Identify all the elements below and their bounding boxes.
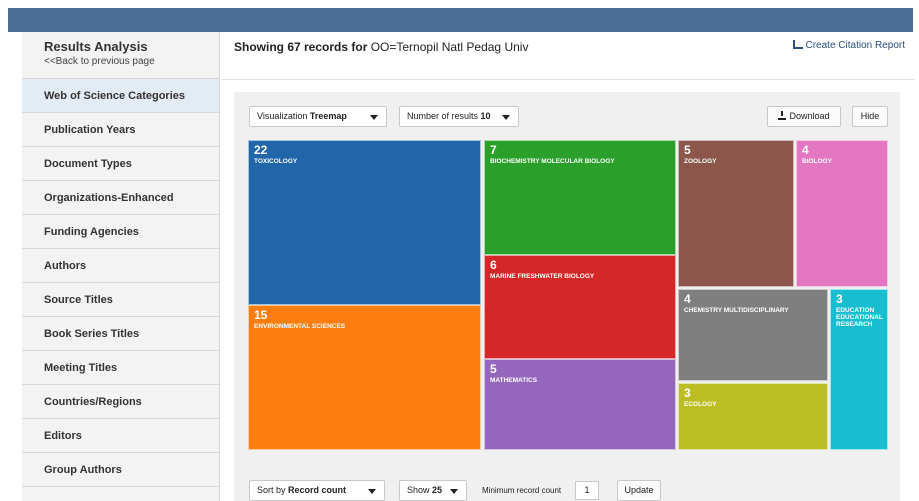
treemap-cell-chemistry-multidisciplinary[interactable]: 4 CHEMISTRY MULTIDISCIPLINARY — [678, 289, 828, 381]
download-icon — [778, 111, 787, 120]
treemap-cell-ecology[interactable]: 3 ECOLOGY — [678, 383, 828, 450]
sidebar-item-document-types[interactable]: Document Types — [22, 147, 219, 181]
treemap-cell-environmental-sciences[interactable]: 15 ENVIRONMENTAL SCIENCES — [248, 305, 481, 450]
sort-label: Sort by — [257, 485, 286, 495]
treemap-cell-zoology[interactable]: 5 ZOOLOGY — [678, 140, 794, 287]
treemap-label: MARINE FRESHWATER BIOLOGY — [490, 273, 595, 280]
show-label: Show — [407, 485, 430, 495]
treemap-count: 3 — [836, 292, 843, 306]
results-header: Showing 67 records for OO=Ternopil Natl … — [222, 32, 915, 80]
chevron-down-icon — [368, 489, 376, 494]
treemap-label: ECOLOGY — [684, 401, 717, 408]
treemap-cell-marine-freshwater-biology[interactable]: 6 MARINE FRESHWATER BIOLOGY — [484, 255, 676, 359]
show-count-select[interactable]: Show 25 — [399, 480, 467, 501]
visualization-value: Treemap — [309, 111, 347, 121]
sidebar-item-book-series-titles[interactable]: Book Series Titles — [22, 317, 219, 351]
show-value: 25 — [432, 485, 443, 495]
treemap-label: ENVIRONMENTAL SCIENCES — [254, 323, 346, 330]
hide-button[interactable]: Hide — [852, 106, 888, 127]
sidebar-item-funding-agencies[interactable]: Funding Agencies — [22, 215, 219, 249]
treemap-count: 3 — [684, 386, 691, 400]
treemap-count: 4 — [684, 292, 691, 306]
download-button[interactable]: Download — [767, 106, 841, 127]
top-banner — [8, 8, 913, 32]
citation-report-label: Create Citation Report — [805, 40, 906, 51]
minimum-record-count-input[interactable]: 1 — [575, 481, 599, 500]
treemap-count: 5 — [684, 143, 691, 157]
chevron-down-icon — [450, 489, 458, 494]
sidebar-item-organizations-enhanced[interactable]: Organizations-Enhanced — [22, 181, 219, 215]
query-text: OO=Ternopil Natl Pedag Univ — [370, 40, 529, 54]
treemap-count: 15 — [254, 308, 268, 322]
chevron-down-icon — [370, 115, 378, 120]
treemap-label: ZOOLOGY — [684, 158, 717, 165]
visualization-select[interactable]: Visualization Treemap — [249, 106, 387, 127]
download-label: Download — [789, 111, 830, 121]
treemap-label: MATHEMATICS — [490, 377, 538, 384]
sort-value: Record count — [288, 485, 347, 495]
treemap-label: CHEMISTRY MULTIDISCIPLINARY — [684, 307, 789, 314]
sidebar-item-source-titles[interactable]: Source Titles — [22, 283, 219, 317]
treemap-cell-biology[interactable]: 4 BIOLOGY — [796, 140, 888, 287]
treemap-count: 6 — [490, 258, 497, 272]
sidebar-item-publication-years[interactable]: Publication Years — [22, 113, 219, 147]
sidebar-title: Results Analysis — [44, 39, 148, 54]
minimum-record-count-label: Minimum record count — [482, 486, 562, 495]
bar-chart-icon — [792, 40, 803, 49]
treemap-label: EDUCATION EDUCATIONAL RESEARCH — [836, 307, 883, 328]
create-citation-report-link[interactable]: Create Citation Report — [792, 40, 906, 51]
treemap-cell-toxicology[interactable]: 22 TOXICOLOGY — [248, 140, 481, 305]
sidebar-item-web-of-science-categories[interactable]: Web of Science Categories — [22, 79, 219, 113]
sidebar-item-editors[interactable]: Editors — [22, 419, 219, 453]
treemap-count: 22 — [254, 143, 268, 157]
showing-prefix: Showing 67 records for — [234, 40, 368, 54]
treemap-count: 5 — [490, 362, 497, 376]
treemap-count: 4 — [802, 143, 809, 157]
number-of-results-value: 10 — [480, 111, 491, 121]
treemap-label: TOXICOLOGY — [254, 158, 298, 165]
treemap-cell-education-educational-research[interactable]: 3 EDUCATION EDUCATIONAL RESEARCH — [830, 289, 888, 450]
back-link[interactable]: <<Back to previous page — [44, 56, 219, 67]
records-summary: Showing 67 records for OO=Ternopil Natl … — [234, 40, 528, 54]
sidebar-item-group-authors[interactable]: Group Authors — [22, 453, 219, 487]
update-button[interactable]: Update — [617, 480, 661, 501]
treemap-label: BIOLOGY — [802, 158, 832, 165]
results-analysis-sidebar: Results Analysis <<Back to previous page… — [22, 32, 220, 501]
treemap-cell-mathematics[interactable]: 5 MATHEMATICS — [484, 359, 676, 450]
sidebar-item-countries-regions[interactable]: Countries/Regions — [22, 385, 219, 419]
visualization-label: Visualization — [257, 111, 308, 121]
number-of-results-select[interactable]: Number of results 10 — [399, 106, 519, 127]
treemap-cell-biochemistry-molecular-biology[interactable]: 7 BIOCHEMISTRY MOLECULAR BIOLOGY — [484, 140, 676, 255]
sidebar-header: Results Analysis <<Back to previous page — [22, 32, 219, 79]
treemap-label: BIOCHEMISTRY MOLECULAR BIOLOGY — [490, 158, 615, 165]
sidebar-item-meeting-titles[interactable]: Meeting Titles — [22, 351, 219, 385]
sort-by-select[interactable]: Sort by Record count — [249, 480, 385, 501]
treemap-chart: 22 TOXICOLOGY 15 ENVIRONMENTAL SCIENCES 7 BIO… — [248, 140, 888, 450]
chevron-down-icon — [502, 115, 510, 120]
sidebar-item-authors[interactable]: Authors — [22, 249, 219, 283]
number-of-results-label: Number of results — [407, 111, 479, 121]
treemap-count: 7 — [490, 143, 497, 157]
